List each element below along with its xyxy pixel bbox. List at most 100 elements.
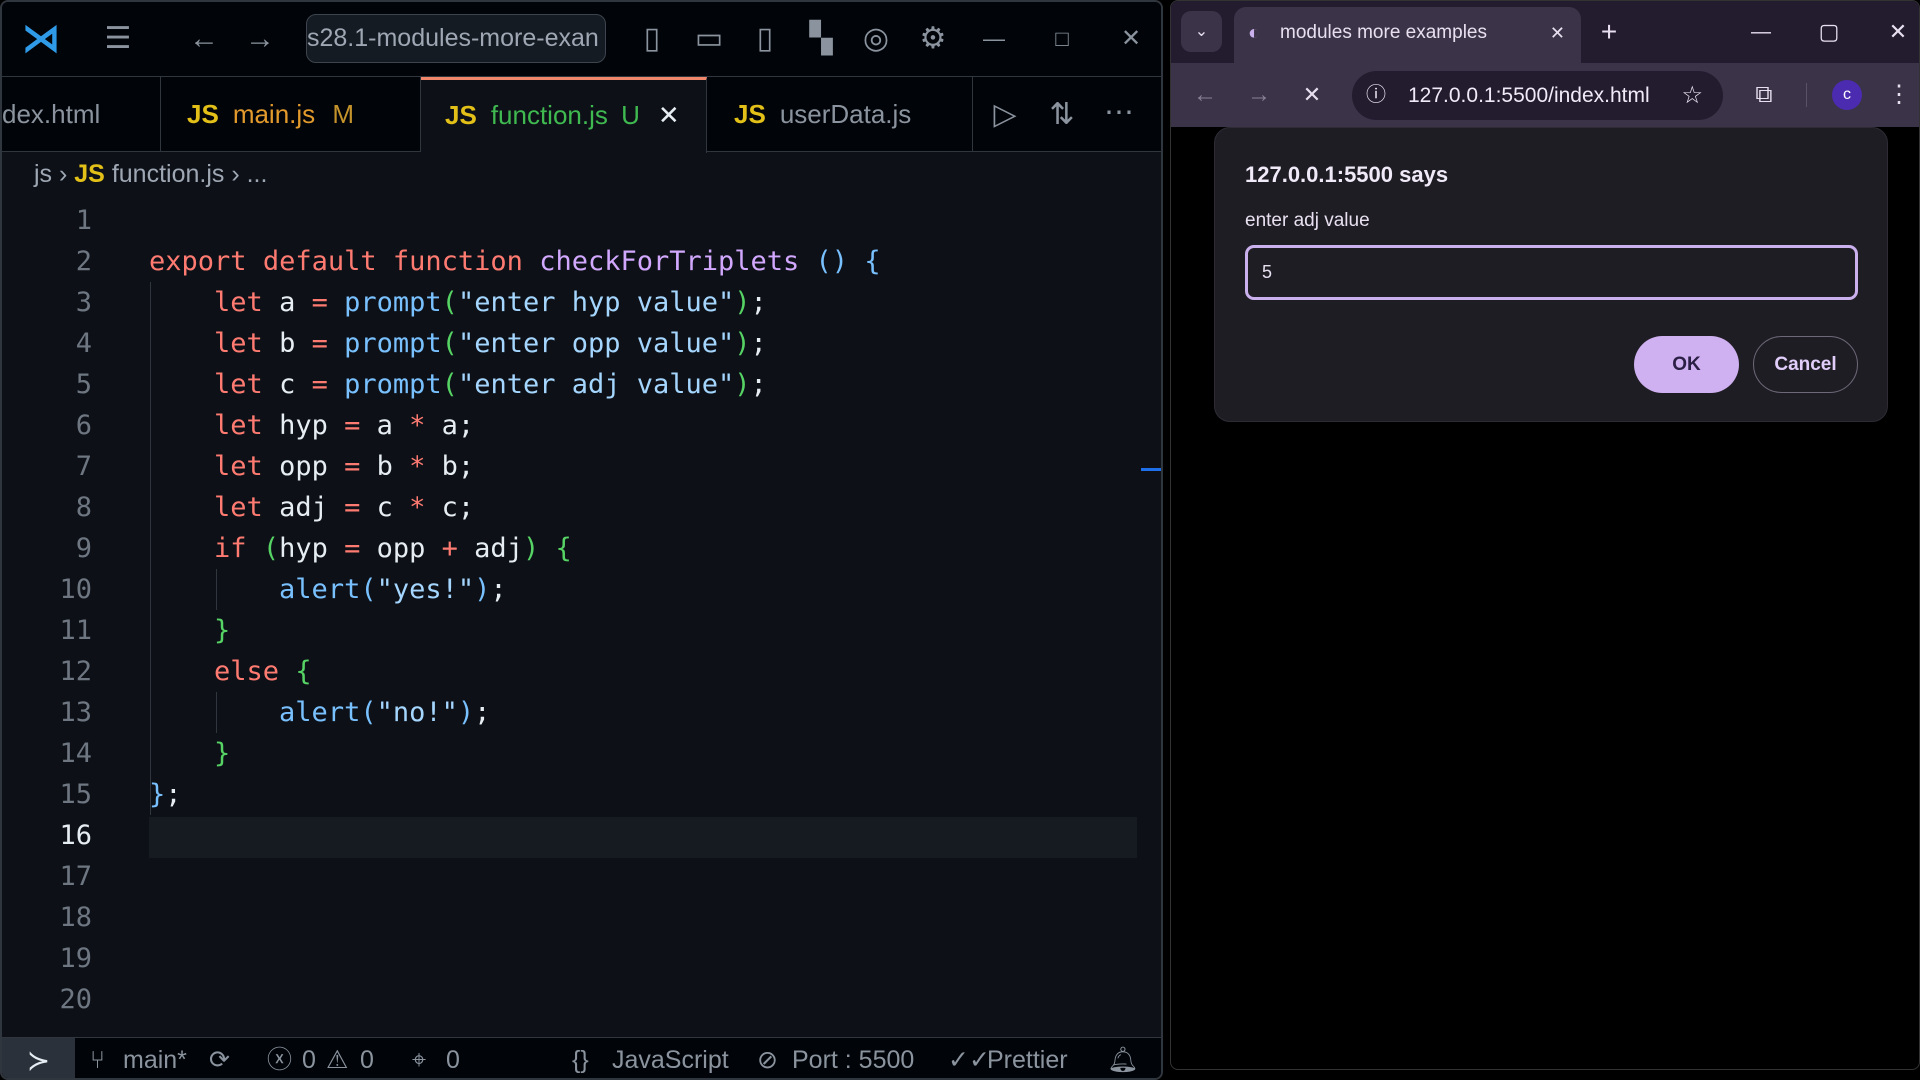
language-mode[interactable]: JavaScript [612,1038,729,1078]
customize-layout-icon[interactable]: ▚ [809,24,832,54]
language-status-icon[interactable]: {} [572,1038,589,1078]
code-token: { [295,656,312,687]
gear-icon[interactable]: ⚙ [920,24,947,54]
code-line[interactable]: if (hyp = opp + adj) { [149,528,572,569]
code-line[interactable]: alert("yes!"); [149,569,507,610]
cancel-button[interactable]: Cancel [1753,336,1858,393]
code-line[interactable]: } [149,610,230,651]
code-token: = [344,410,361,441]
warning-icon[interactable]: ⚠ [326,1038,348,1078]
back-icon[interactable]: ← [1193,83,1217,107]
toggle-panel-icon[interactable]: ▭ [695,24,723,54]
prettier-icon[interactable]: ✓✓ [948,1038,990,1078]
error-count[interactable]: 0 [302,1038,316,1078]
close-tab-icon[interactable]: ✕ [1550,7,1565,59]
code-line[interactable]: let hyp = a * a; [149,405,474,446]
address-bar[interactable]: ⓘ 127.0.0.1:5500/index.html ☆ [1352,71,1723,120]
line-number: 19 [59,943,92,974]
extensions-icon[interactable]: ⧉ [1755,83,1772,107]
code-line[interactable]: else { [149,651,312,692]
code-token: + [441,533,458,564]
code-line[interactable]: let adj = c * c; [149,487,474,528]
toggle-primary-sidebar-icon[interactable]: ▯ [644,24,661,54]
browser-tab[interactable]: ◐ modules more examples ✕ [1234,7,1581,63]
live-server-icon[interactable]: ⊘ [757,1038,778,1078]
back-arrow-icon[interactable]: ← [189,24,219,54]
ports-icon[interactable]: ⌖ [412,1038,426,1078]
code-token: else [214,656,280,687]
code-line[interactable]: }; [149,774,182,815]
branch-name[interactable]: main* [123,1038,187,1078]
prompt-input[interactable] [1245,245,1858,300]
code-line[interactable]: } [149,733,230,774]
new-tab-icon[interactable]: + [1601,18,1617,46]
breadcrumb-file[interactable]: function.js [112,160,225,188]
code-token: * [409,410,426,441]
account-icon[interactable]: ◎ [863,24,889,54]
tab-function-js[interactable]: JS function.js U ✕ [421,77,707,153]
site-info-icon[interactable]: ⓘ [1366,71,1386,120]
toggle-secondary-sidebar-icon[interactable]: ▯ [757,24,774,54]
code-token: c [360,492,410,523]
line-number: 4 [75,328,92,359]
code-token: prompt [344,287,442,318]
browser-menu-icon[interactable]: ⋮ [1887,83,1911,107]
breadcrumb-symbols[interactable]: ... [247,160,268,188]
tab-index-html[interactable]: dex.html [2,77,161,152]
code-token: checkForTriplets [539,246,800,277]
tab-search-button[interactable]: ⌄ [1181,11,1222,52]
bookmark-star-icon[interactable]: ☆ [1681,71,1703,120]
tab-main-js[interactable]: JS main.js M [161,77,421,152]
close-tab-icon[interactable]: ✕ [658,100,680,130]
maximize-icon[interactable]: □ [1055,28,1068,50]
code-token: ) [734,287,751,318]
code-token: alert [279,574,361,605]
forward-icon[interactable]: → [1247,83,1271,107]
code-line[interactable]: let b = prompt("enter opp value"); [149,323,767,364]
code-line[interactable]: let opp = b * b; [149,446,474,487]
modified-badge: M [332,99,355,129]
prettier-status[interactable]: Prettier [987,1038,1068,1078]
bell-icon[interactable]: 🔔︎ [1107,1038,1139,1078]
code-line[interactable]: export default function checkForTriplets… [149,241,881,282]
minimize-icon[interactable]: — [983,28,1005,50]
remote-indicator-button[interactable]: ≻ [2,1038,75,1078]
error-icon[interactable]: ⓧ [267,1038,292,1078]
ports-count[interactable]: 0 [446,1038,460,1078]
breadcrumb-folder[interactable]: js [34,160,52,188]
scrollbar-cursor-marker[interactable] [1141,468,1161,471]
sync-icon[interactable]: ⟳ [209,1038,230,1078]
code-token: b; [425,451,475,482]
code-token: ( [441,287,458,318]
tab-userdata-js[interactable]: JS userData.js [707,77,973,152]
maximize-icon[interactable]: ▢ [1819,21,1840,43]
minimize-icon[interactable]: — [1751,22,1771,42]
code-line[interactable]: let a = prompt("enter hyp value"); [149,282,767,323]
title-bar: ⋊ ☰ ← → s28.1-modules-more-exan ▯ ▭ ▯ ▚ … [2,2,1161,77]
code-line[interactable]: alert("no!"); [149,692,490,733]
forward-arrow-icon[interactable]: → [245,24,275,54]
compare-changes-icon[interactable]: ⇅ [1049,100,1074,130]
more-actions-icon[interactable]: ⋯ [1104,98,1134,128]
stop-loading-icon[interactable]: ✕ [1303,84,1321,106]
profile-avatar[interactable]: c [1832,80,1862,110]
code-token: ; [490,574,507,605]
code-token: ( [360,574,377,605]
code-token: ( [441,328,458,359]
live-server-port[interactable]: Port : 5500 [792,1038,914,1078]
command-center[interactable]: s28.1-modules-more-exan [306,14,606,63]
line-number: 17 [59,861,92,892]
close-icon[interactable]: ✕ [1121,27,1141,51]
menu-icon[interactable]: ☰ [105,24,132,54]
ok-button[interactable]: OK [1634,336,1739,393]
code-line[interactable]: let c = prompt("enter adj value"); [149,364,767,405]
run-icon[interactable]: ▷ [993,100,1016,130]
js-file-icon: JS [74,160,105,188]
close-window-icon[interactable]: ✕ [1889,21,1907,43]
warning-count[interactable]: 0 [360,1038,374,1078]
